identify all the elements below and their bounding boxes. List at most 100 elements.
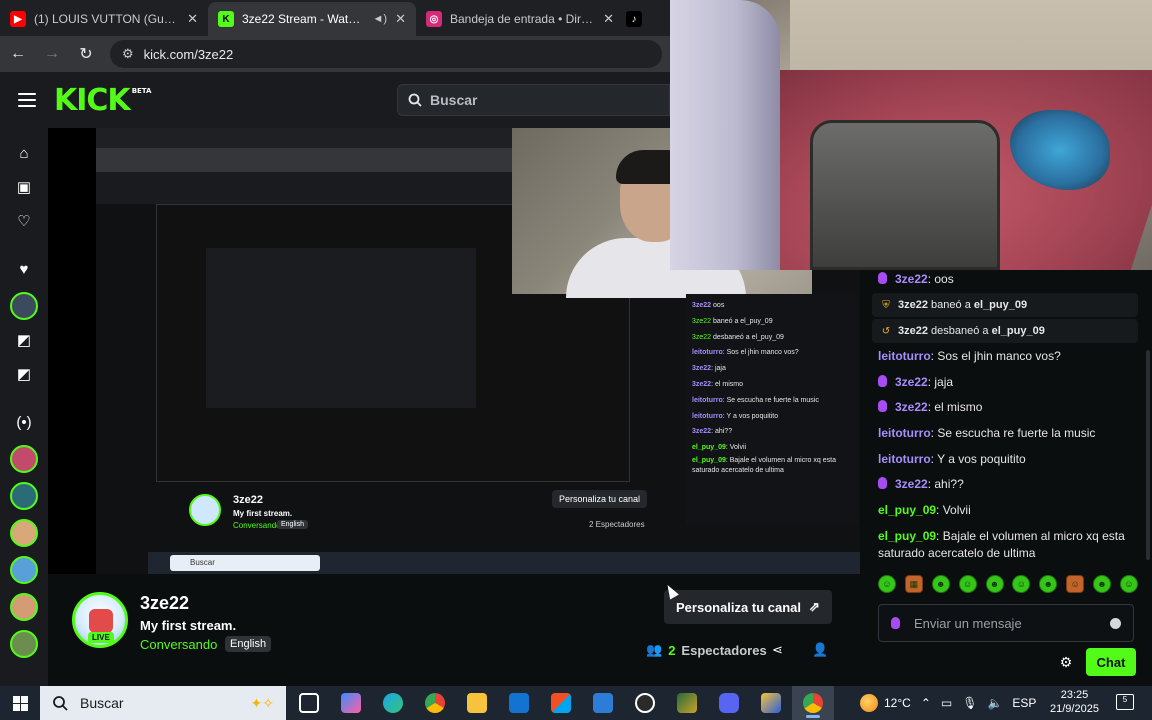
forward-icon[interactable]: →: [42, 45, 62, 63]
back-icon[interactable]: ←: [8, 45, 28, 63]
discord-icon[interactable]: [708, 686, 750, 720]
emote-icon[interactable]: ▦: [904, 575, 923, 593]
search-icon: [53, 696, 68, 711]
avatar[interactable]: [10, 556, 38, 584]
streamer-name[interactable]: 3ze22: [140, 593, 189, 614]
clip-icon[interactable]: ◩: [13, 329, 35, 351]
avatar[interactable]: [10, 292, 38, 320]
home-icon[interactable]: ⌂: [13, 142, 35, 164]
language-badge[interactable]: English: [225, 636, 272, 652]
game-launcher-icon[interactable]: [666, 686, 708, 720]
menu-icon[interactable]: [18, 93, 36, 107]
url-field[interactable]: ⚙ kick.com/3ze22: [110, 40, 662, 68]
chevron-up-icon[interactable]: ⌃: [921, 696, 931, 710]
avatar-face: [89, 609, 113, 633]
search-icon: [408, 93, 422, 107]
tab-youtube[interactable]: ▶ (1) LOUIS VUTTON (Guaracha) ✕: [0, 2, 208, 36]
chat-scrollbar[interactable]: [1146, 350, 1150, 560]
chat-panel: 3ze22: oos ⛨ 3ze22 baneó a el_puy_09 ↺ 3ze…: [870, 270, 1152, 600]
chat-message: leitoturro: Sos el jhin manco vos?: [878, 349, 1061, 363]
emote-icon[interactable]: ☻: [1039, 575, 1058, 593]
nested-chat-line: 3ze22: jaja: [692, 365, 726, 373]
emote-icon[interactable]: ☻: [931, 575, 950, 593]
nested-tab-bar: [96, 128, 512, 148]
nested-viewers: 2 Espectadores: [589, 520, 645, 529]
chrome-active-icon[interactable]: [792, 686, 834, 720]
emote-icon[interactable]: ☻: [985, 575, 1004, 593]
ban-shield-icon: ⛨: [882, 299, 890, 311]
stream-category[interactable]: Conversando: [140, 637, 217, 652]
close-icon[interactable]: ✕: [603, 11, 614, 27]
microphone-icon[interactable]: [891, 617, 900, 629]
youtube-icon: ▶: [10, 11, 26, 27]
tab-instagram[interactable]: ◎ Bandeja de entrada • Direct ✕: [416, 2, 624, 36]
close-icon[interactable]: ✕: [187, 11, 198, 27]
copilot-icon[interactable]: [330, 686, 372, 720]
network-icon[interactable]: ▭: [941, 696, 952, 710]
windows-start-icon[interactable]: [0, 686, 40, 720]
following-icon[interactable]: ♡: [13, 210, 35, 232]
emote-icon[interactable]: ☺: [958, 575, 977, 593]
search-input[interactable]: Buscar: [397, 84, 670, 116]
microphone-tray-icon[interactable]: 🎙: [962, 696, 977, 710]
clock[interactable]: 23:25 21/9/2025: [1050, 688, 1099, 716]
avatar[interactable]: [10, 445, 38, 473]
avatar[interactable]: [10, 593, 38, 621]
nested-streamer-name: 3ze22: [233, 494, 263, 506]
nested-task-search: Buscar: [170, 555, 320, 571]
screen: ▶ (1) LOUIS VUTTON (Guaracha) ✕ K 3ze22 …: [0, 0, 1152, 720]
nested-chat-line: el_puy_09: Bajale el volumen al micro xq…: [692, 456, 836, 474]
chat-message: leitoturro: Y a vos poquitito: [878, 452, 1026, 466]
emote-icon[interactable]: ☺: [1119, 575, 1138, 593]
emote-icon[interactable]: ☺: [1066, 575, 1085, 593]
avatar[interactable]: [10, 630, 38, 658]
notification-icon[interactable]: 5: [1116, 694, 1134, 710]
close-icon[interactable]: ✕: [395, 11, 406, 27]
taskbar-search-placeholder: Buscar: [80, 695, 124, 711]
weather-widget[interactable]: 12°C: [860, 694, 911, 712]
chat-system-ban: ⛨ 3ze22 baneó a el_puy_09: [872, 293, 1138, 317]
chat-message: 3ze22: ahi??: [878, 476, 1136, 493]
reload-icon[interactable]: ↻: [76, 44, 96, 64]
input-language[interactable]: ESP: [1012, 696, 1036, 710]
file-explorer-icon[interactable]: [456, 686, 498, 720]
tab-kick[interactable]: K 3ze22 Stream - Watch Live ◄) ✕: [208, 2, 416, 36]
nested-chat-line: 3ze22 baneó a el_puy_09: [692, 317, 773, 325]
chat-message-input[interactable]: Enviar un mensaje: [878, 604, 1134, 642]
emoji-icon[interactable]: [1110, 617, 1121, 629]
avatar[interactable]: [10, 519, 38, 547]
obs-icon[interactable]: [624, 686, 666, 720]
beta-badge: BETA: [131, 86, 152, 95]
share-icon[interactable]: ⋖: [772, 642, 783, 658]
tab-tiktok[interactable]: ♪: [624, 2, 644, 36]
kick-logo[interactable]: KICK BETA: [54, 83, 151, 118]
avatar[interactable]: [10, 482, 38, 510]
photos-icon[interactable]: [582, 686, 624, 720]
edge-icon[interactable]: [372, 686, 414, 720]
emote-icon[interactable]: ☺: [878, 575, 896, 593]
tab-title: 3ze22 Stream - Watch Live: [242, 12, 365, 26]
chat-send-button[interactable]: Chat: [1086, 648, 1136, 676]
browse-icon[interactable]: ▣: [13, 176, 35, 198]
volume-icon[interactable]: 🔈: [987, 696, 1002, 710]
task-view-icon[interactable]: [288, 686, 330, 720]
gear-icon[interactable]: ⚙: [1058, 654, 1074, 670]
speaker-icon[interactable]: ◄): [373, 13, 388, 25]
follow-icon[interactable]: 👤: [812, 642, 828, 658]
store-icon[interactable]: [540, 686, 582, 720]
personaliza-canal-button[interactable]: Personaliza tu canal ⇗: [664, 590, 832, 624]
nested-chat-line: leitoturro: Se escucha re fuerte la musi…: [692, 396, 819, 404]
kick-icon: K: [218, 11, 234, 27]
site-info-icon[interactable]: ⚙: [122, 46, 134, 62]
viewer-label: Espectadores: [681, 642, 767, 658]
outlook-icon[interactable]: [498, 686, 540, 720]
taskbar-search[interactable]: Buscar ✦✧: [40, 686, 286, 720]
clip-icon[interactable]: ◩: [13, 363, 35, 385]
app-icon[interactable]: [750, 686, 792, 720]
emote-icon[interactable]: ☻: [1093, 575, 1111, 593]
chrome-icon[interactable]: [414, 686, 456, 720]
microphone-icon: [878, 375, 887, 387]
emote-icon[interactable]: ☺: [1012, 575, 1031, 593]
microphone-icon: [878, 400, 887, 412]
nested-chat-line: el_puy_09: Volvii: [692, 444, 747, 452]
